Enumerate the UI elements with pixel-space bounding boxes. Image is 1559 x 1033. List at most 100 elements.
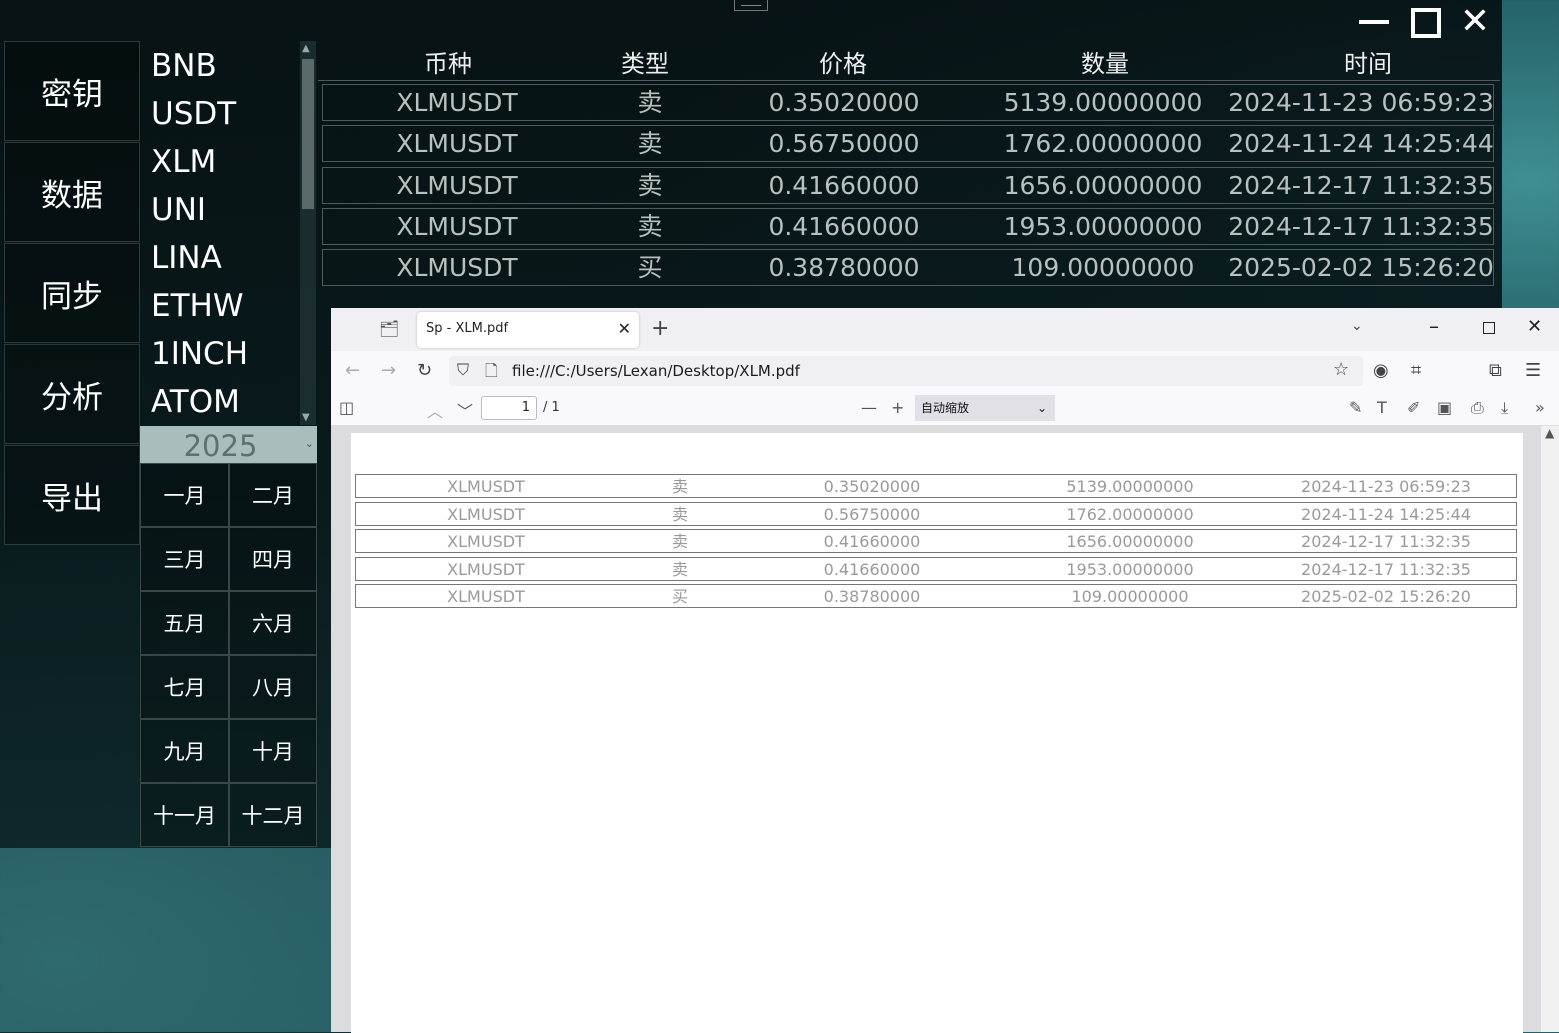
scroll-up-icon[interactable]: ▲ xyxy=(1545,426,1554,440)
cell-type: 卖 xyxy=(637,88,663,117)
cell-price: 0.35020000 xyxy=(768,88,920,117)
zoom-in-icon[interactable]: + xyxy=(891,398,904,417)
month-button[interactable]: 二月 xyxy=(229,463,317,527)
month-button[interactable]: 四月 xyxy=(229,527,317,591)
month-button[interactable]: 一月 xyxy=(140,463,229,527)
month-button[interactable]: 七月 xyxy=(140,655,229,719)
nav-export[interactable]: 导出 xyxy=(4,445,140,545)
close-button[interactable]: ✕ xyxy=(1455,4,1495,40)
coin-item[interactable]: BNB xyxy=(140,41,300,89)
zoom-select[interactable]: 自动缩放 ⌄ xyxy=(915,395,1055,421)
cell-type: 卖 xyxy=(637,170,663,200)
navigation-bar: ← → ↻ ⛉ 🗋 file:///C:/Users/Lexan/Desktop… xyxy=(331,351,1559,391)
tab-list-icon[interactable]: 🗂 xyxy=(379,319,401,339)
maximize-icon[interactable] xyxy=(1483,322,1495,334)
draw-icon[interactable]: ✐ xyxy=(1407,398,1420,417)
reload-icon[interactable]: ↻ xyxy=(417,360,432,381)
pdf-scrollbar[interactable]: ▲ xyxy=(1541,426,1559,1032)
cell-coin: XLMUSDT xyxy=(447,532,525,551)
extensions-icon[interactable]: ⧉ xyxy=(1489,360,1502,381)
image-icon[interactable]: ▣ xyxy=(1437,398,1452,417)
nav-sync[interactable]: 同步 xyxy=(4,243,140,343)
pdf-viewer[interactable]: XLMUSDT 卖 0.35020000 5139.00000000 2024-… xyxy=(331,426,1541,1033)
cell-coin: XLMUSDT xyxy=(396,211,518,241)
print-icon[interactable]: ⎙ xyxy=(1471,398,1484,418)
table-row[interactable]: XLMUSDT 卖 0.35020000 5139.00000000 2024-… xyxy=(322,84,1494,121)
browser-window: 🗂 Sp - XLM.pdf ✕ + ⌄ – ✕ ← → ↻ ⛉ 🗋 file:… xyxy=(331,308,1559,1033)
close-icon[interactable]: ✕ xyxy=(618,319,631,338)
month-button[interactable]: 九月 xyxy=(140,719,229,783)
star-icon[interactable]: ☆ xyxy=(1333,359,1349,380)
month-button[interactable]: 十二月 xyxy=(229,783,317,847)
chevron-down-icon[interactable]: ⌄ xyxy=(1351,318,1363,334)
nav-analysis[interactable]: 分析 xyxy=(4,344,140,444)
close-icon[interactable]: ✕ xyxy=(1527,316,1542,337)
minimize-icon[interactable]: – xyxy=(1429,314,1439,338)
cell-price: 0.41660000 xyxy=(768,211,920,241)
url-text[interactable]: file:///C:/Users/Lexan/Desktop/XLM.pdf xyxy=(512,362,800,380)
coin-item[interactable]: ETHW xyxy=(140,281,300,329)
table-row[interactable]: XLMUSDT 卖 0.41660000 1953.00000000 2024-… xyxy=(322,207,1494,245)
cell-type: 卖 xyxy=(671,560,688,579)
month-button[interactable]: 三月 xyxy=(140,527,229,591)
nav-keys[interactable]: 密钥 xyxy=(4,41,140,141)
drag-handle[interactable] xyxy=(734,0,768,11)
month-button[interactable]: 五月 xyxy=(140,591,229,655)
table-row: XLMUSDT 卖 0.35020000 5139.00000000 2024-… xyxy=(355,474,1517,498)
address-bar[interactable]: ⛉ 🗋 file:///C:/Users/Lexan/Desktop/XLM.p… xyxy=(449,356,1363,386)
maximize-button[interactable] xyxy=(1407,4,1447,40)
page-number-input[interactable]: 1 xyxy=(481,396,537,420)
table-row: XLMUSDT 卖 0.56750000 1762.00000000 2024-… xyxy=(355,502,1517,526)
cell-time: 2024-12-17 11:32:35 xyxy=(1301,532,1471,551)
chevron-down-icon: ⌄ xyxy=(1036,401,1047,415)
scroll-down-icon[interactable]: ▼ xyxy=(302,412,310,423)
cell-type: 卖 xyxy=(637,211,663,241)
menu-icon[interactable]: ☰ xyxy=(1525,360,1541,381)
coin-item[interactable]: LINA xyxy=(140,233,300,281)
nav-data[interactable]: 数据 xyxy=(4,142,140,242)
highlight-icon[interactable]: ✎ xyxy=(1349,398,1362,417)
cell-price: 0.41660000 xyxy=(823,532,921,551)
table-row[interactable]: XLMUSDT 买 0.38780000 109.00000000 2025-0… xyxy=(322,249,1494,287)
coin-item[interactable]: ATOM xyxy=(140,377,300,425)
cell-time: 2025-02-02 15:26:20 xyxy=(1301,587,1471,606)
scroll-up-icon[interactable]: ▲ xyxy=(302,43,310,54)
minimize-button[interactable] xyxy=(1357,4,1397,40)
forward-icon[interactable]: → xyxy=(381,360,396,381)
table-row[interactable]: XLMUSDT 卖 0.56750000 1762.00000000 2024-… xyxy=(322,125,1494,163)
table-header: 币种 类型 价格 数量 时间 xyxy=(318,44,1500,81)
chevron-down-icon[interactable]: ﹀ xyxy=(457,398,473,422)
month-button[interactable]: 六月 xyxy=(229,591,317,655)
crop-icon[interactable]: ⌗ xyxy=(1411,360,1421,381)
cell-time: 2024-12-17 11:32:35 xyxy=(1228,170,1494,200)
coin-list-scrollbar[interactable]: ▲ ▼ xyxy=(300,41,316,425)
month-button[interactable]: 八月 xyxy=(229,655,317,719)
sidebar-toggle-icon[interactable]: ◫ xyxy=(339,398,354,417)
year-select[interactable]: 2025 ⌄ xyxy=(140,426,317,463)
text-icon[interactable]: T xyxy=(1377,398,1387,417)
shield-icon[interactable]: ⛉ xyxy=(457,360,469,380)
tab-strip: 🗂 Sp - XLM.pdf ✕ + ⌄ – ✕ xyxy=(331,308,1559,351)
coin-item[interactable]: 1INCH xyxy=(140,329,300,377)
back-icon[interactable]: ← xyxy=(345,360,360,381)
month-button[interactable]: 十月 xyxy=(229,719,317,783)
tab-pdf[interactable]: Sp - XLM.pdf ✕ xyxy=(417,312,639,348)
more-tools-icon[interactable]: » xyxy=(1535,398,1545,417)
zoom-out-icon[interactable]: — xyxy=(861,398,877,417)
coin-item[interactable]: UNI xyxy=(140,185,300,233)
year-value: 2025 xyxy=(183,429,258,463)
table-row[interactable]: XLMUSDT 卖 0.41660000 1656.00000000 2024-… xyxy=(322,166,1494,204)
month-button[interactable]: 十一月 xyxy=(140,783,229,847)
coin-item[interactable]: XLM xyxy=(140,137,300,185)
save-icon[interactable]: ⤓ xyxy=(1501,398,1508,418)
cell-quantity: 109.00000000 xyxy=(1011,253,1195,283)
scrollbar-thumb[interactable] xyxy=(302,59,314,209)
cell-quantity: 5139.00000000 xyxy=(1066,477,1194,496)
cell-quantity: 1656.00000000 xyxy=(1066,532,1194,551)
sidebar-nav: 密钥 数据 同步 分析 导出 xyxy=(4,41,140,546)
coin-item[interactable]: USDT xyxy=(140,89,300,137)
new-tab-icon[interactable]: + xyxy=(651,316,669,341)
account-icon[interactable]: ◉ xyxy=(1373,360,1389,381)
cell-type: 卖 xyxy=(671,505,688,524)
chevron-up-icon[interactable]: ︿ xyxy=(427,398,443,422)
